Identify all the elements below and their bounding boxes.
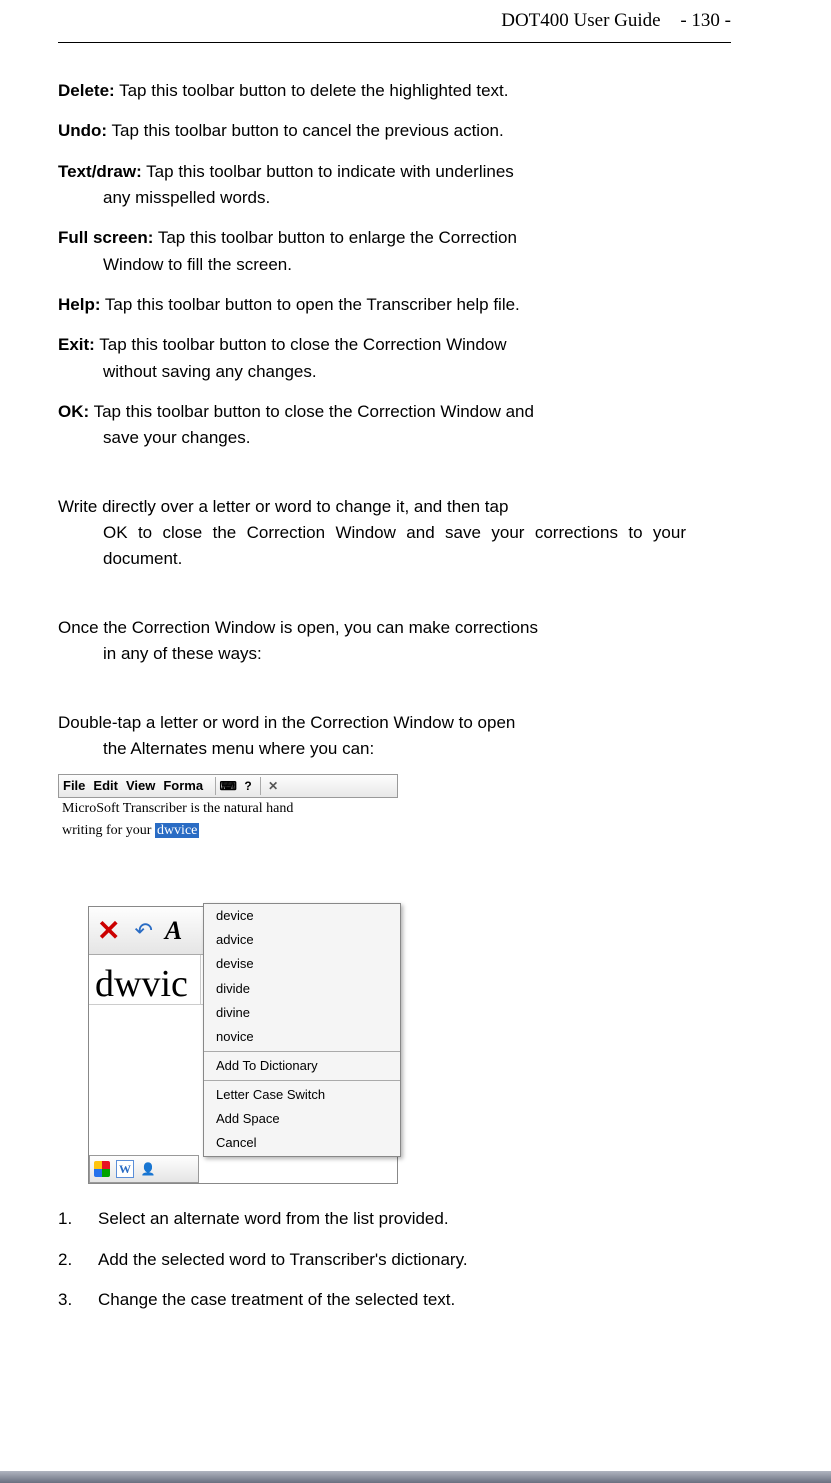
definition-label: Undo: bbox=[58, 121, 107, 140]
definition-textdraw: Text/draw: Tap this toolbar button to in… bbox=[58, 159, 686, 212]
word-app-icon[interactable]: W bbox=[116, 1160, 134, 1178]
screenshot-editor-window: File Edit View Forma ⌨ ? ✕ MicroSoft Tra… bbox=[58, 774, 398, 842]
screenshot-menubar: File Edit View Forma ⌨ ? ✕ bbox=[58, 774, 398, 798]
header-title: DOT400 User Guide bbox=[501, 10, 660, 31]
definition-undo: Undo: Tap this toolbar button to cancel … bbox=[58, 118, 686, 144]
list-number: 1. bbox=[58, 1206, 98, 1232]
embedded-screenshot: File Edit View Forma ⌨ ? ✕ MicroSoft Tra… bbox=[58, 774, 686, 1186]
definition-text: Tap this toolbar button to close the Cor… bbox=[95, 335, 507, 354]
list-item: 2. Add the selected word to Transcriber'… bbox=[58, 1247, 686, 1273]
header-divider bbox=[58, 42, 731, 43]
separator bbox=[215, 777, 216, 795]
para-text-cont: the Alternates menu where you can: bbox=[58, 736, 686, 762]
definition-text: Tap this toolbar button to close the Cor… bbox=[89, 402, 534, 421]
definition-help: Help: Tap this toolbar button to open th… bbox=[58, 292, 686, 318]
alternate-word[interactable]: novice bbox=[204, 1025, 400, 1049]
paragraph-write-directly: Write directly over a letter or word to … bbox=[58, 494, 686, 573]
menu-separator bbox=[204, 1051, 400, 1052]
definition-text: Tap this toolbar button to delete the hi… bbox=[115, 81, 509, 100]
para-text: Write directly over a letter or word to … bbox=[58, 497, 508, 516]
list-text: Select an alternate word from the list p… bbox=[98, 1206, 449, 1232]
definition-label: Delete: bbox=[58, 81, 115, 100]
alternate-word[interactable]: divide bbox=[204, 977, 400, 1001]
menubar-icons: ⌨ ? ✕ bbox=[215, 777, 281, 795]
definition-label: OK: bbox=[58, 402, 89, 421]
para-text: Double-tap a letter or word in the Corre… bbox=[58, 713, 515, 732]
definition-delete: Delete: Tap this toolbar button to delet… bbox=[58, 78, 686, 104]
menu-cancel[interactable]: Cancel bbox=[204, 1131, 400, 1155]
editor-text-line1: MicroSoft Transcriber is the natural han… bbox=[58, 798, 398, 820]
separator bbox=[260, 777, 261, 795]
paragraph-double-tap: Double-tap a letter or word in the Corre… bbox=[58, 710, 686, 763]
numbered-list: 1. Select an alternate word from the lis… bbox=[58, 1206, 686, 1313]
page-footer-bar bbox=[0, 1471, 831, 1483]
highlighted-word[interactable]: dwvice bbox=[155, 823, 199, 838]
list-number: 2. bbox=[58, 1247, 98, 1273]
definition-label: Help: bbox=[58, 295, 101, 314]
definition-text-cont: Window to fill the screen. bbox=[58, 252, 686, 278]
definition-exit: Exit: Tap this toolbar button to close t… bbox=[58, 332, 686, 385]
definition-text: Tap this toolbar button to enlarge the C… bbox=[153, 228, 517, 247]
page-content: Delete: Tap this toolbar button to delet… bbox=[58, 78, 686, 1327]
keyboard-icon[interactable]: ⌨ bbox=[220, 778, 236, 794]
definition-text-cont: save your changes. bbox=[58, 425, 686, 451]
definition-fullscreen: Full screen: Tap this toolbar button to … bbox=[58, 225, 686, 278]
menu-add-to-dictionary[interactable]: Add To Dictionary bbox=[204, 1054, 400, 1078]
user-icon[interactable]: 👤 bbox=[140, 1161, 156, 1177]
textdraw-icon[interactable]: A bbox=[161, 911, 186, 951]
editor-text-line2: writing for your dwvice bbox=[58, 820, 398, 842]
exit-icon[interactable]: ✕ bbox=[91, 909, 126, 952]
definition-text-cont: any misspelled words. bbox=[58, 185, 686, 211]
menu-separator bbox=[204, 1080, 400, 1081]
editor-text-prefix: writing for your bbox=[62, 823, 155, 838]
undo-icon[interactable]: ↶ bbox=[128, 914, 158, 948]
menu-file[interactable]: File bbox=[63, 776, 85, 796]
list-number: 3. bbox=[58, 1287, 98, 1313]
definition-text: Tap this toolbar button to open the Tran… bbox=[101, 295, 520, 314]
page-header: DOT400 User Guide - 130 - bbox=[501, 10, 731, 32]
alternate-word[interactable]: devise bbox=[204, 952, 400, 976]
menu-format[interactable]: Forma bbox=[163, 776, 203, 796]
header-page-number: - 130 - bbox=[680, 10, 731, 31]
alternates-menu: device advice devise divide divine novic… bbox=[203, 903, 401, 1156]
definition-label: Full screen: bbox=[58, 228, 153, 247]
close-icon[interactable]: ✕ bbox=[265, 778, 281, 794]
alternate-word[interactable]: divine bbox=[204, 1001, 400, 1025]
para-text-cont: in any of these ways: bbox=[58, 641, 686, 667]
definition-label: Text/draw: bbox=[58, 162, 142, 181]
list-text: Add the selected word to Transcriber's d… bbox=[98, 1247, 468, 1273]
definition-text: Tap this toolbar button to cancel the pr… bbox=[107, 121, 504, 140]
definition-ok: OK: Tap this toolbar button to close the… bbox=[58, 399, 686, 452]
paragraph-once-open: Once the Correction Window is open, you … bbox=[58, 615, 686, 668]
screenshot-taskbar: W 👤 bbox=[89, 1155, 199, 1183]
alternate-word[interactable]: advice bbox=[204, 928, 400, 952]
windows-start-icon[interactable] bbox=[94, 1161, 110, 1177]
para-text-cont: OK to close the Correction Window and sa… bbox=[58, 520, 686, 573]
menu-add-space[interactable]: Add Space bbox=[204, 1107, 400, 1131]
list-item: 3. Change the case treatment of the sele… bbox=[58, 1287, 686, 1313]
menu-edit[interactable]: Edit bbox=[93, 776, 118, 796]
menu-view[interactable]: View bbox=[126, 776, 155, 796]
list-item: 1. Select an alternate word from the lis… bbox=[58, 1206, 686, 1232]
correction-big-word[interactable]: dwvic bbox=[89, 955, 201, 1004]
help-icon[interactable]: ? bbox=[240, 778, 256, 794]
definition-label: Exit: bbox=[58, 335, 95, 354]
list-text: Change the case treatment of the selecte… bbox=[98, 1287, 455, 1313]
definition-text: Tap this toolbar button to indicate with… bbox=[142, 162, 514, 181]
menu-letter-case-switch[interactable]: Letter Case Switch bbox=[204, 1083, 400, 1107]
definition-text-cont: without saving any changes. bbox=[58, 359, 686, 385]
alternate-word[interactable]: device bbox=[204, 904, 400, 928]
para-text: Once the Correction Window is open, you … bbox=[58, 618, 538, 637]
